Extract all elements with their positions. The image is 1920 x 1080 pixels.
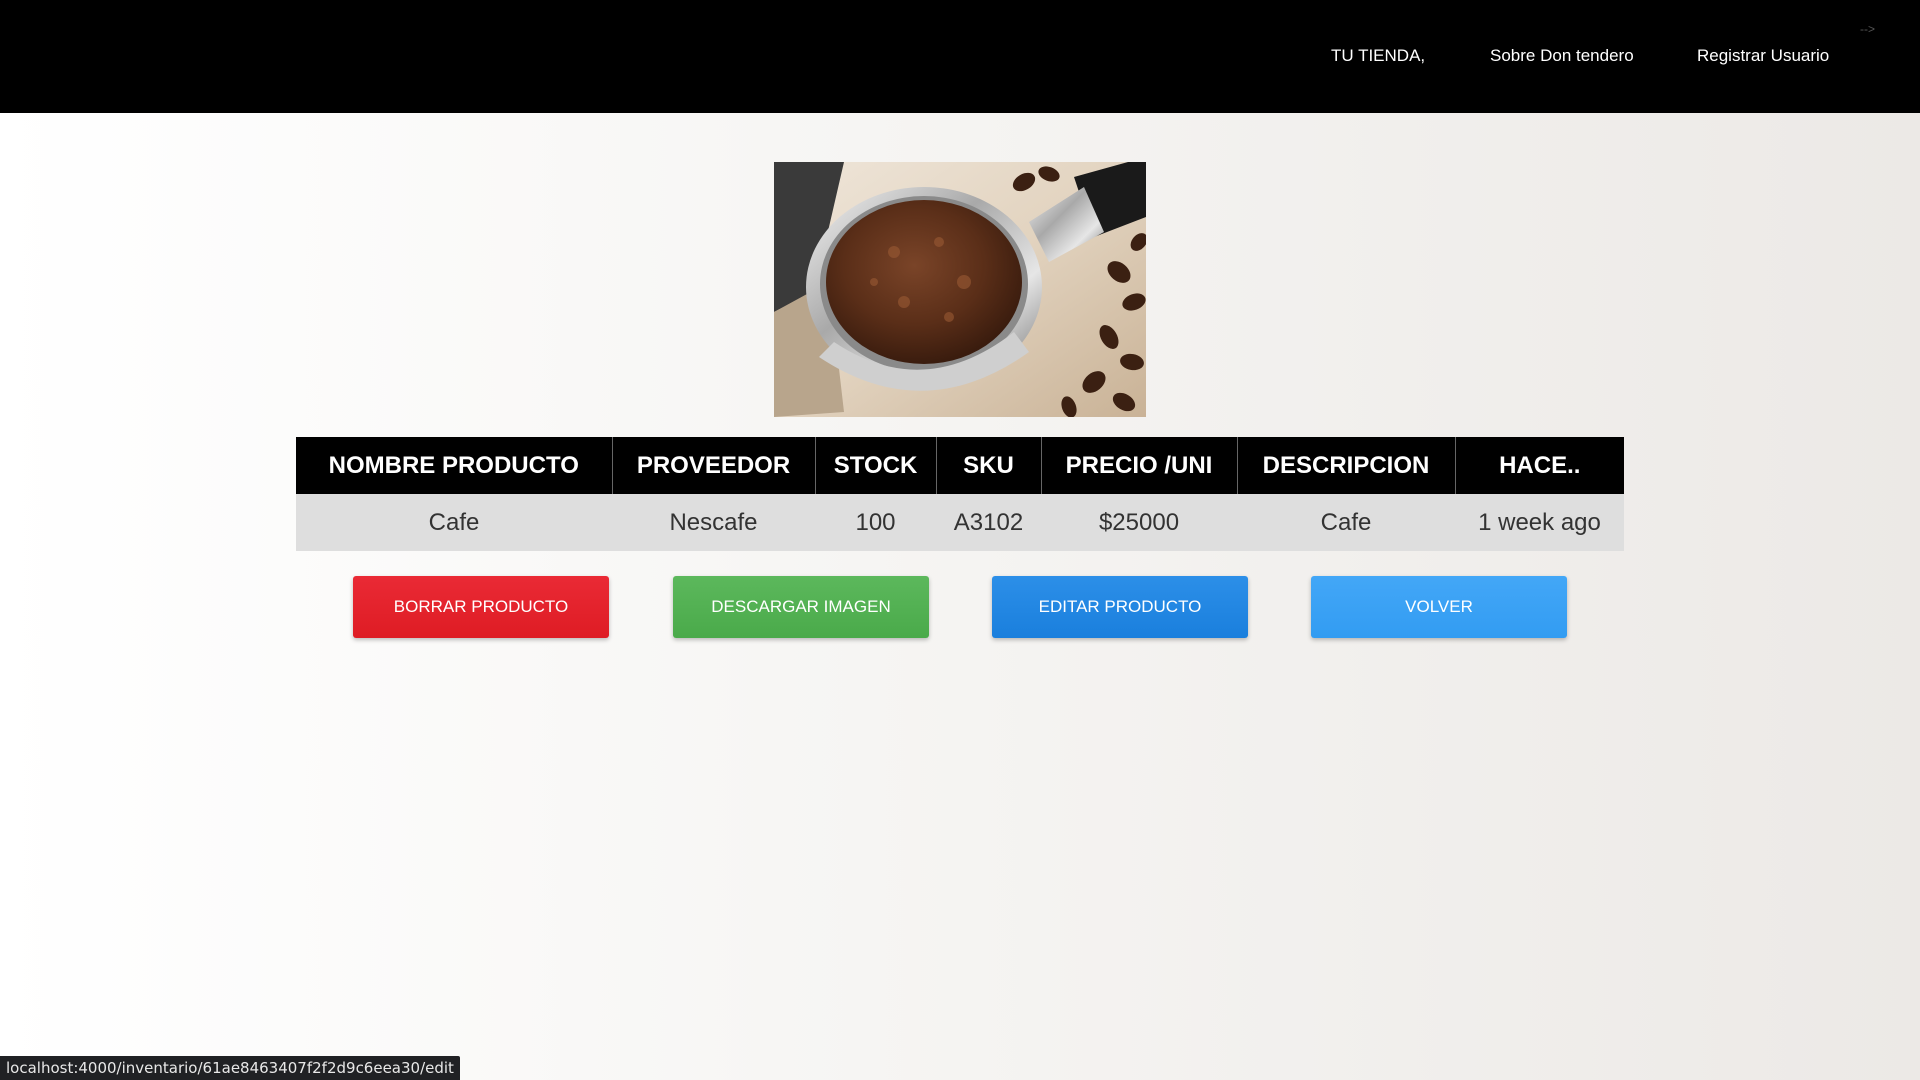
col-header-stock: STOCK [815, 437, 937, 494]
cell-sku: A3102 [936, 494, 1041, 551]
status-bar-url: localhost:4000/inventario/61ae8463407f2f… [0, 1056, 460, 1080]
cell-hace: 1 week ago [1455, 494, 1624, 551]
nav-link-sobre-don-tendero[interactable]: Sobre Don tendero [1490, 46, 1634, 66]
nav-link-tu-tienda[interactable]: TU TIENDA, [1331, 46, 1425, 66]
table-row: Cafe Nescafe 100 A3102 $25000 Cafe 1 wee… [296, 494, 1624, 551]
col-header-proveedor: PROVEEDOR [612, 437, 816, 494]
cell-proveedor: Nescafe [612, 494, 815, 551]
delete-product-button[interactable]: BORRAR PRODUCTO [353, 576, 609, 638]
coffee-portafilter-photo [774, 162, 1146, 417]
cell-stock: 100 [815, 494, 936, 551]
col-header-sku: SKU [936, 437, 1042, 494]
top-navbar: TU TIENDA, Sobre Don tendero Registrar U… [0, 0, 1920, 113]
inventory-table: NOMBRE PRODUCTO PROVEEDOR STOCK SKU PREC… [296, 437, 1624, 551]
cell-nombre-producto: Cafe [296, 494, 612, 551]
cell-descripcion: Cafe [1237, 494, 1455, 551]
col-header-nombre-producto: NOMBRE PRODUCTO [296, 437, 613, 494]
product-image [774, 162, 1146, 417]
edit-product-button[interactable]: EDITAR PRODUCTO [992, 576, 1248, 638]
download-image-button[interactable]: DESCARGAR IMAGEN [673, 576, 929, 638]
col-header-precio: PRECIO /UNI [1041, 437, 1238, 494]
cell-precio: $25000 [1041, 494, 1237, 551]
col-header-descripcion: DESCRIPCION [1237, 437, 1456, 494]
nav-link-registrar-usuario[interactable]: Registrar Usuario [1697, 46, 1829, 66]
nav-arrow-text: --> [1860, 22, 1875, 36]
col-header-hace: HACE.. [1455, 437, 1624, 494]
table-header-row: NOMBRE PRODUCTO PROVEEDOR STOCK SKU PREC… [296, 437, 1624, 494]
back-button[interactable]: VOLVER [1311, 576, 1567, 638]
